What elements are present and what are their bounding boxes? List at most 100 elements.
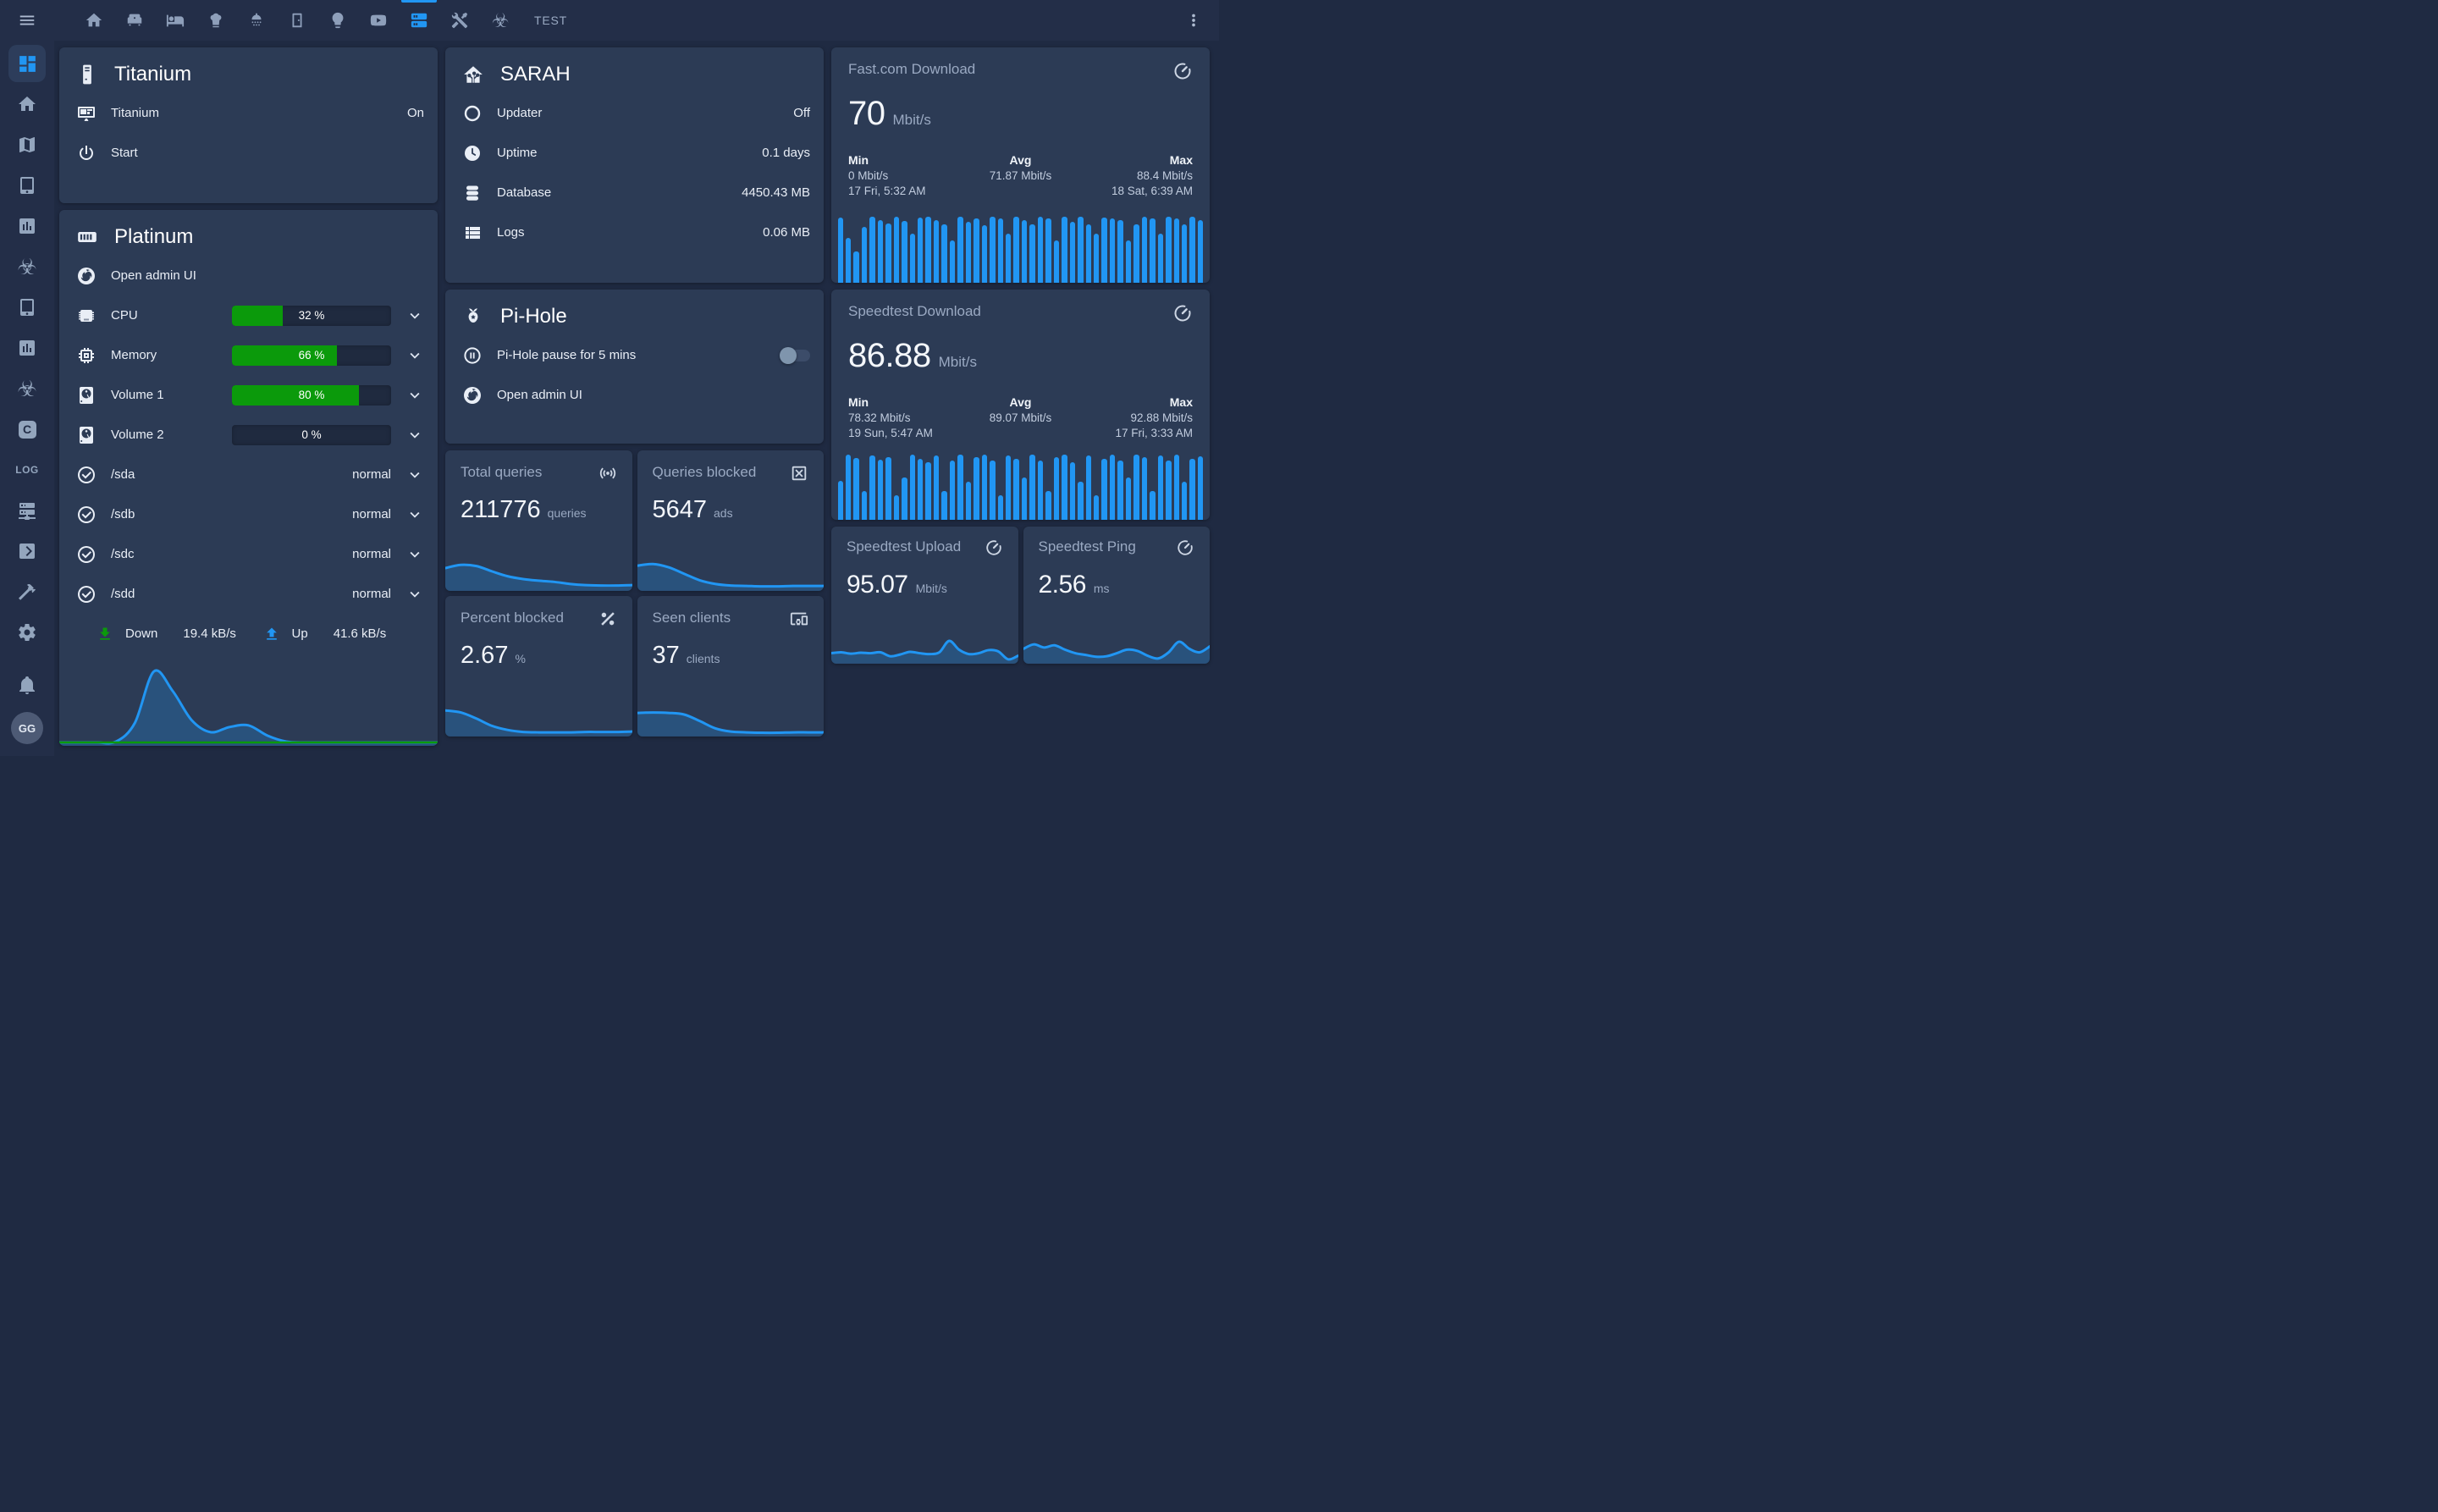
chevron-down-icon[interactable] [405, 426, 424, 444]
download-rate[interactable]: Down 19.4 kB/s [97, 626, 263, 643]
sidebar-item-dashboard[interactable] [8, 45, 46, 82]
sidebar-item-terminal[interactable] [8, 533, 46, 570]
sidebar-item-settings[interactable] [8, 614, 46, 651]
user-avatar[interactable]: GG [11, 712, 43, 744]
sidebar-item-stats-2[interactable] [8, 329, 46, 367]
entity-row-logs[interactable]: Logs 0.06 MB [445, 212, 824, 252]
card-title: Speedtest Ping [1039, 538, 1136, 555]
pihole-stats-grid: Total queries 211776 queries Queries blo… [445, 450, 824, 737]
tab-home[interactable] [74, 0, 114, 41]
stat-title: Percent blocked [461, 610, 564, 626]
stat-value: 2.67 [461, 642, 508, 670]
sidebar-item-c[interactable]: C [8, 411, 46, 448]
memory-meter: 66 % [232, 345, 391, 366]
disk-row-sda[interactable]: /sda normal [59, 455, 438, 494]
upload-sparkline [59, 654, 438, 746]
tab-test[interactable]: TEST [521, 0, 581, 41]
percent-blocked-card[interactable]: Percent blocked 2.67 % [445, 596, 632, 737]
sidebar-item-log[interactable]: LOG [8, 451, 46, 488]
biohazard-icon: ☣ [492, 11, 510, 30]
speed-value: 2.56 [1039, 571, 1086, 599]
fastcom-download-card[interactable]: Fast.com Download 70 Mbit/s Min Avg Max … [831, 47, 1210, 283]
menu-button[interactable] [0, 0, 54, 41]
disk-state: normal [352, 467, 391, 482]
tab-living-room[interactable] [114, 0, 155, 41]
tab-media[interactable] [358, 0, 399, 41]
open-admin-ui-row[interactable]: Open admin UI [59, 256, 438, 295]
speedtest-upload-card[interactable]: Speedtest Upload 95.07 Mbit/s [831, 527, 1018, 664]
tab-entry[interactable] [277, 0, 317, 41]
tab-tools[interactable] [439, 0, 480, 41]
speed-unit: Mbit/s [916, 582, 947, 595]
speedtest-ping-card[interactable]: Speedtest Ping 2.56 ms [1023, 527, 1211, 664]
biohazard-icon: ☣ [17, 256, 36, 278]
min-date: 19 Sun, 5:47 AM [848, 427, 963, 439]
entity-label: Logs [497, 225, 525, 240]
speedtest-download-card[interactable]: Speedtest Download 86.88 Mbit/s Min Avg … [831, 290, 1210, 520]
entity-row-titanium-switch[interactable]: Titanium On [59, 93, 438, 133]
meter-label: CPU [111, 308, 138, 323]
tab-bathroom[interactable] [236, 0, 277, 41]
tab-lab[interactable]: ☣ [480, 0, 521, 41]
meter-label: Volume 2 [111, 428, 164, 442]
entity-row-uptime[interactable]: Uptime 0.1 days [445, 133, 824, 173]
notifications-button[interactable] [8, 666, 46, 704]
meter-row-volume2[interactable]: Volume 2 0 % [59, 415, 438, 455]
sidebar-item-bio-1[interactable]: ☣ [8, 248, 46, 285]
view-tabs: ☣ TEST [74, 0, 581, 41]
pihole-pause-toggle[interactable] [780, 350, 810, 361]
meter-value: 32 % [232, 306, 391, 326]
meter-row-volume1[interactable]: Volume 1 80 % [59, 375, 438, 415]
sidebar-item-map[interactable] [8, 126, 46, 163]
seen-clients-card[interactable]: Seen clients 37 clients [637, 596, 825, 737]
upload-rate[interactable]: Up 41.6 kB/s [263, 626, 430, 643]
chevron-down-icon[interactable] [405, 386, 424, 405]
meter-row-memory[interactable]: Memory 66 % [59, 335, 438, 375]
download-arrow-icon [97, 626, 113, 643]
chevron-down-icon[interactable] [405, 346, 424, 365]
chevron-down-icon[interactable] [405, 306, 424, 325]
tab-bedroom[interactable] [155, 0, 196, 41]
overflow-menu-button[interactable] [1177, 0, 1211, 41]
disk-row-sdc[interactable]: /sdc normal [59, 534, 438, 574]
total-queries-card[interactable]: Total queries 211776 queries [445, 450, 632, 591]
sidebar-item-tablet-1[interactable] [8, 167, 46, 204]
queries-blocked-card[interactable]: Queries blocked 5647 ads [637, 450, 825, 591]
network-throughput-row: Down 19.4 kB/s Up 41.6 kB/s [59, 614, 438, 654]
speed-value: 86.88 [848, 337, 931, 375]
avg-label: Avg [963, 153, 1078, 167]
network-history-graph [59, 654, 438, 746]
chevron-down-icon[interactable] [405, 505, 424, 524]
entity-label: Database [497, 185, 551, 200]
titanium-card: Titanium Titanium On Start [59, 47, 438, 203]
open-admin-ui-label: Open admin UI [111, 268, 196, 283]
max-label: Max [1078, 395, 1193, 409]
tab-kitchen[interactable] [196, 0, 236, 41]
sidebar-item-bio-2[interactable]: ☣ [8, 370, 46, 407]
meter-row-cpu[interactable]: CPU 32 % [59, 295, 438, 335]
ping-sparkline [1023, 613, 1211, 664]
column-1: Titanium Titanium On Start Platinum Open… [59, 47, 438, 756]
entity-row-updater[interactable]: Updater Off [445, 93, 824, 133]
speedometer-icon [1172, 303, 1193, 323]
chevron-down-icon[interactable] [405, 466, 424, 484]
sidebar-item-home[interactable] [8, 86, 46, 123]
disk-row-sdb[interactable]: /sdb normal [59, 494, 438, 534]
chevron-down-icon[interactable] [405, 585, 424, 604]
chevron-down-icon[interactable] [405, 545, 424, 564]
card-title: SARAH [500, 63, 571, 86]
tab-servers-active[interactable] [399, 0, 439, 41]
tools-icon [450, 11, 469, 30]
sidebar-item-network[interactable] [8, 492, 46, 529]
entity-row-database[interactable]: Database 4450.43 MB [445, 173, 824, 212]
sidebar-item-tablet-2[interactable] [8, 289, 46, 326]
start-button-row[interactable]: Start [59, 133, 438, 173]
sidebar-item-stats-1[interactable] [8, 207, 46, 245]
meter-value: 66 % [232, 345, 391, 366]
tab-lights[interactable] [317, 0, 358, 41]
youtube-icon [369, 11, 388, 30]
platinum-card: Platinum Open admin UI CPU 32 % Memory [59, 210, 438, 746]
disk-row-sdd[interactable]: /sdd normal [59, 574, 438, 614]
sidebar-item-developer-tools[interactable] [8, 573, 46, 610]
open-admin-ui-row[interactable]: Open admin UI [445, 375, 824, 415]
